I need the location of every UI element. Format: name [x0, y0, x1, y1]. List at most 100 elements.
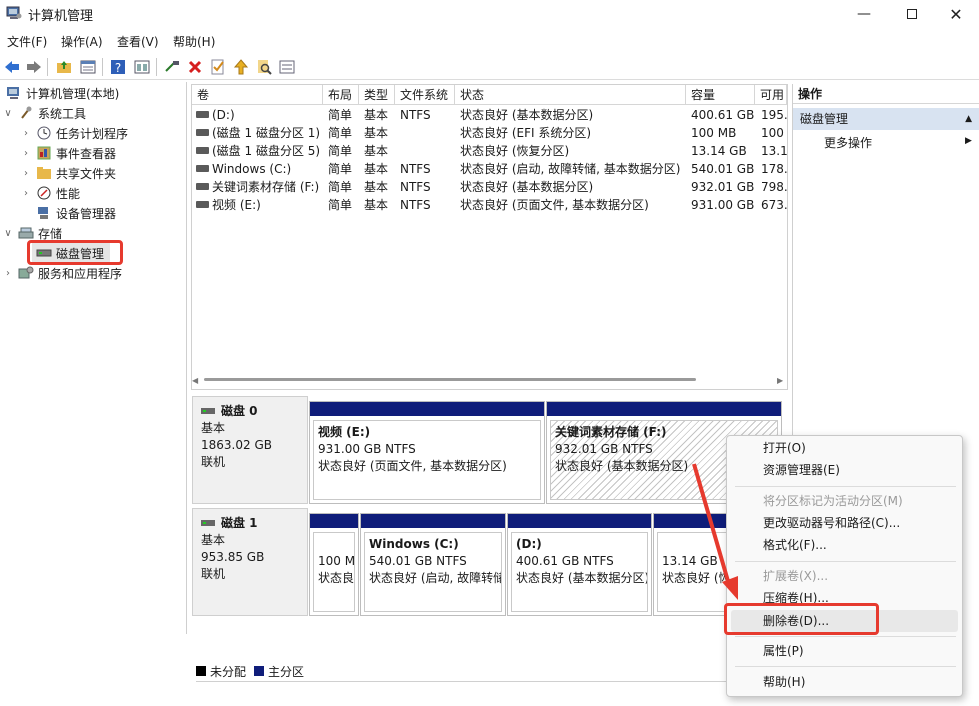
volume-cell: 13.1. — [761, 144, 787, 158]
services-icon — [18, 266, 34, 280]
list-button[interactable] — [277, 57, 297, 77]
menu-action[interactable]: 操作(A) — [61, 33, 103, 50]
volume-name-cell[interactable]: Windows (C:) — [212, 160, 322, 178]
chevron-right-icon[interactable]: › — [2, 268, 14, 279]
legend-swatch-primary — [254, 666, 265, 676]
column-header-type[interactable]: 类型 — [359, 85, 395, 105]
disk-icon — [201, 403, 215, 420]
volume-cell: 932.01 GB — [691, 180, 755, 194]
partition-c[interactable]: Windows (C:) 540.01 GB NTFS 状态良好 (启动, 故障… — [360, 513, 506, 616]
scroll-right-icon[interactable]: ▶ — [777, 376, 785, 385]
partition-name: 视频 (E:) — [318, 425, 371, 439]
volume-name-cell[interactable]: 关键词素材存储 (F:) — [212, 178, 322, 196]
tree-item-shared-folders[interactable]: › 共享文件夹 — [20, 163, 116, 183]
storage-icon — [18, 226, 34, 240]
horizontal-scrollbar[interactable]: ◀ ▶ — [192, 369, 787, 389]
scrollbar-thumb[interactable] — [204, 378, 696, 381]
tree-item-label: 设备管理器 — [56, 206, 117, 221]
back-button[interactable] — [2, 57, 22, 77]
up-level-button[interactable] — [54, 57, 74, 77]
properties-button[interactable] — [78, 57, 98, 77]
volume-cell: 13.14 GB — [691, 144, 747, 158]
menu-item-explorer[interactable]: 资源管理器(E) — [763, 460, 840, 480]
more-actions-link[interactable]: 更多操作 — [824, 134, 872, 152]
collapse-up-icon[interactable]: ▲ — [965, 108, 972, 130]
clock-icon — [36, 126, 52, 140]
tree-item-device-manager[interactable]: 设备管理器 — [32, 203, 116, 223]
close-icon: ✕ — [949, 4, 963, 24]
partition-name — [318, 536, 350, 553]
minimize-button[interactable]: — — [841, 0, 887, 28]
column-header-layout[interactable]: 布局 — [323, 85, 359, 105]
toolbar: ? — [0, 54, 979, 80]
volume-cell: 基本 — [364, 144, 389, 158]
tree-item-task-scheduler[interactable]: › 任务计划程序 — [20, 123, 128, 143]
help-button[interactable]: ? — [108, 57, 128, 77]
partition-d[interactable]: (D:) 400.61 GB NTFS 状态良好 (基本数据分区) — [507, 513, 652, 616]
performance-icon — [36, 186, 52, 200]
volume-cell: 540.01 GB — [691, 162, 755, 176]
minimize-icon: — — [857, 6, 871, 22]
menu-view[interactable]: 查看(V) — [117, 33, 159, 50]
disk-0-info[interactable]: 磁盘 0 基本 1863.02 GB 联机 — [192, 396, 308, 504]
volume-cell: 100 — [761, 126, 784, 140]
column-header-capacity[interactable]: 容量 — [686, 85, 755, 105]
disk-1-info[interactable]: 磁盘 1 基本 953.85 GB 联机 — [192, 508, 308, 616]
menu-item-change-drive-letter[interactable]: 更改驱动器号和路径(C)... — [763, 513, 900, 533]
menu-help[interactable]: 帮助(H) — [173, 33, 215, 50]
tree-item-system-tools[interactable]: ∨ 系统工具 — [2, 103, 86, 123]
menu-item-format[interactable]: 格式化(F)... — [763, 535, 827, 555]
chevron-down-icon[interactable]: ∨ — [2, 108, 14, 119]
chevron-right-icon[interactable]: › — [20, 128, 32, 139]
volume-cell: 798. — [761, 180, 787, 194]
column-header-status[interactable]: 状态 — [455, 85, 686, 105]
chevron-right-icon[interactable]: › — [20, 188, 32, 199]
partition-status: 状态良好 (启动, 故障转储 — [369, 571, 502, 585]
connect-button[interactable] — [162, 57, 182, 77]
check-button[interactable] — [208, 57, 228, 77]
menu-item-open[interactable]: 打开(O) — [763, 438, 806, 458]
tree-root[interactable]: 计算机管理(本地) — [2, 83, 119, 103]
menu-item-properties[interactable]: 属性(P) — [763, 641, 804, 661]
scroll-left-icon[interactable]: ◀ — [192, 376, 200, 385]
chevron-right-icon[interactable]: ▶ — [965, 136, 972, 146]
maximize-button[interactable] — [889, 0, 935, 28]
column-header-volume[interactable]: 卷 — [192, 85, 323, 105]
menu-file[interactable]: 文件(F) — [7, 33, 47, 50]
chevron-right-icon[interactable]: › — [20, 168, 32, 179]
volume-cell: 状态良好 (恢复分区) — [460, 144, 570, 158]
up-arrow-button[interactable] — [231, 57, 251, 77]
volume-cell — [400, 142, 454, 160]
volume-cell: 状态良好 (页面文件, 基本数据分区) — [460, 198, 649, 212]
actions-section-disk-management[interactable]: 磁盘管理 ▲ — [793, 108, 979, 130]
column-header-filesystem[interactable]: 文件系统 — [395, 85, 455, 105]
tree-item-services-apps[interactable]: › 服务和应用程序 — [2, 263, 122, 283]
window-title: 计算机管理 — [28, 9, 94, 24]
chevron-down-icon[interactable]: ∨ — [2, 228, 14, 239]
volume-name-cell[interactable]: (磁盘 1 磁盘分区 1) — [212, 124, 322, 142]
volume-name-cell[interactable]: 视频 (E:) — [212, 196, 322, 214]
search-button[interactable] — [254, 57, 274, 77]
menu-item-help[interactable]: 帮助(H) — [763, 672, 805, 692]
volume-icon — [196, 201, 209, 208]
event-viewer-icon — [36, 146, 52, 160]
column-header-free[interactable]: 可用 — [755, 85, 787, 105]
partition-efi[interactable]: 100 M 状态良 — [309, 513, 359, 616]
tree-item-performance[interactable]: › 性能 — [20, 183, 80, 203]
search-icon — [258, 60, 272, 75]
volume-name-cell[interactable]: (D:) — [212, 106, 322, 124]
disk-1-type: 基本 — [201, 533, 226, 547]
actions-section-label: 磁盘管理 — [800, 112, 849, 126]
disk-0-type: 基本 — [201, 421, 226, 435]
volume-cell: 基本 — [364, 108, 389, 122]
chevron-right-icon[interactable]: › — [20, 148, 32, 159]
delete-button[interactable] — [185, 57, 205, 77]
volume-name-cell[interactable]: (磁盘 1 磁盘分区 5) — [212, 142, 322, 160]
partition-size: 100 M — [318, 554, 355, 568]
view-button[interactable] — [132, 57, 152, 77]
partition-e[interactable]: 视频 (E:) 931.00 GB NTFS 状态良好 (页面文件, 基本数据分… — [309, 401, 545, 504]
close-button[interactable]: ✕ — [933, 0, 979, 28]
forward-button[interactable] — [24, 57, 44, 77]
volume-cell: NTFS — [400, 198, 431, 212]
tree-item-event-viewer[interactable]: › 事件查看器 — [20, 143, 116, 163]
